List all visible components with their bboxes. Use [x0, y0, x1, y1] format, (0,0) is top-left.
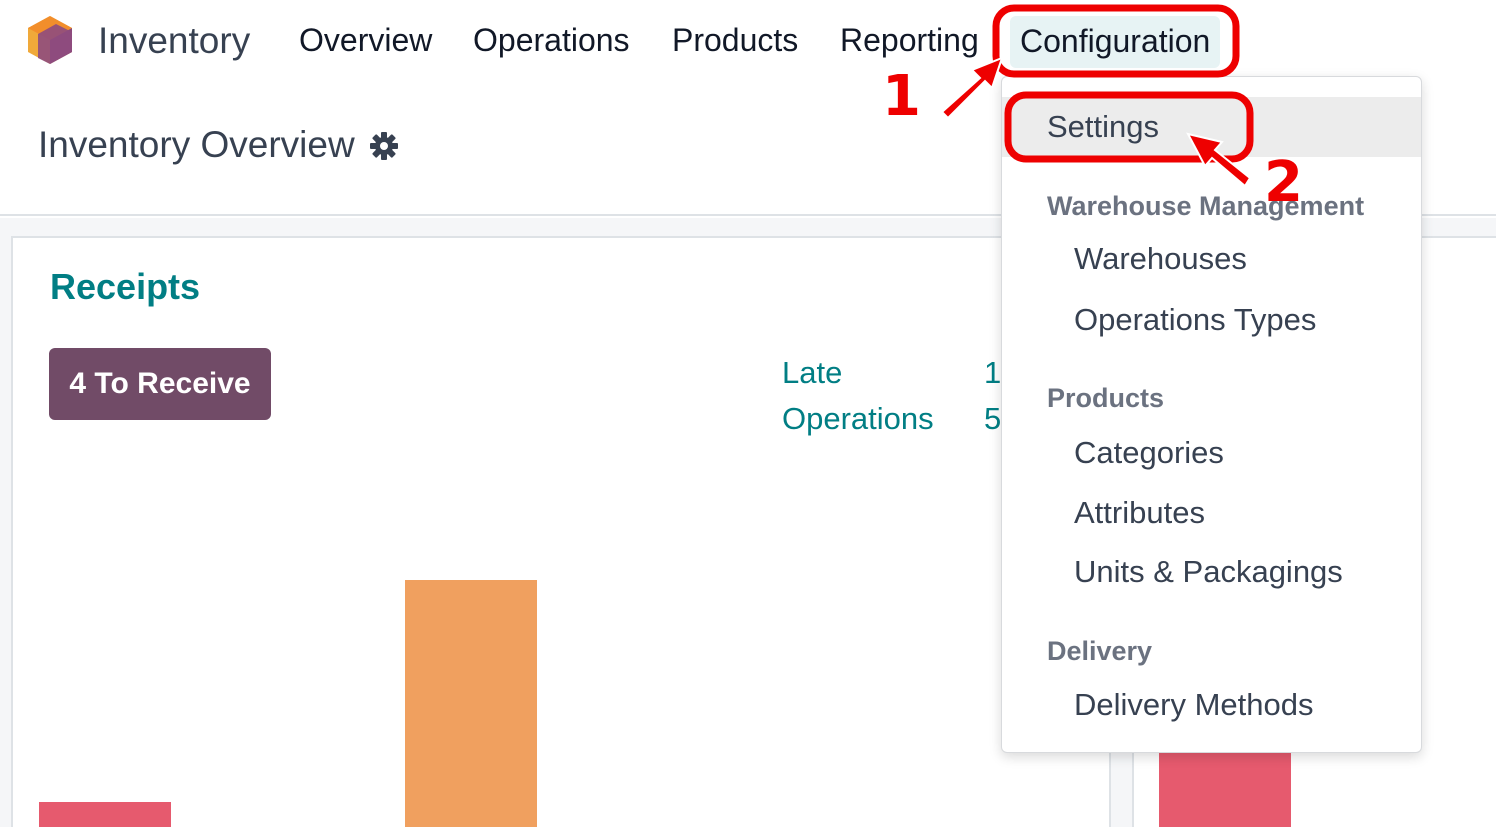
annotation-step-1: 1 [882, 64, 921, 129]
late-value[interactable]: 1 [984, 355, 1001, 391]
menu-item-attributes[interactable]: Attributes [1074, 495, 1205, 531]
menu-item-settings[interactable]: Settings [1047, 109, 1159, 145]
receipts-title[interactable]: Receipts [50, 266, 200, 308]
menu-item-delivery-methods[interactable]: Delivery Methods [1074, 687, 1313, 723]
menu-item-categories[interactable]: Categories [1074, 435, 1224, 471]
operations-label[interactable]: Operations [782, 401, 934, 437]
nav-products[interactable]: Products [672, 22, 798, 59]
menu-header-products: Products [1047, 383, 1165, 413]
annotation-step-2: 2 [1264, 150, 1303, 215]
gear-icon[interactable] [368, 130, 400, 162]
chart-bar[interactable] [39, 802, 171, 827]
menu-header-warehouse-management: Warehouse Management [1047, 191, 1365, 221]
menu-item-units-packagings[interactable]: Units & Packagings [1074, 554, 1343, 590]
nav-configuration[interactable]: Configuration [1010, 16, 1221, 68]
inventory-logo-icon[interactable] [26, 14, 74, 66]
top-navbar: Inventory Overview Operations Products R… [0, 0, 1496, 86]
menu-header-delivery: Delivery [1047, 636, 1153, 666]
page-title: Inventory Overview [38, 124, 355, 165]
configuration-dropdown: Settings Warehouse Management Warehouses… [1001, 76, 1422, 753]
menu-item-warehouses[interactable]: Warehouses [1074, 241, 1247, 277]
chart-bar[interactable] [405, 580, 537, 827]
nav-reporting[interactable]: Reporting [840, 22, 979, 59]
app-name[interactable]: Inventory [98, 20, 250, 62]
menu-item-operations-types[interactable]: Operations Types [1074, 302, 1316, 338]
nav-operations[interactable]: Operations [473, 22, 630, 59]
nav-overview[interactable]: Overview [299, 22, 432, 59]
receipts-card[interactable]: Receipts 4 To Receive Late 1 Operations … [11, 236, 1111, 827]
late-label[interactable]: Late [782, 355, 842, 391]
operations-value[interactable]: 5 [984, 401, 1001, 437]
to-receive-button[interactable]: 4 To Receive [49, 348, 271, 420]
